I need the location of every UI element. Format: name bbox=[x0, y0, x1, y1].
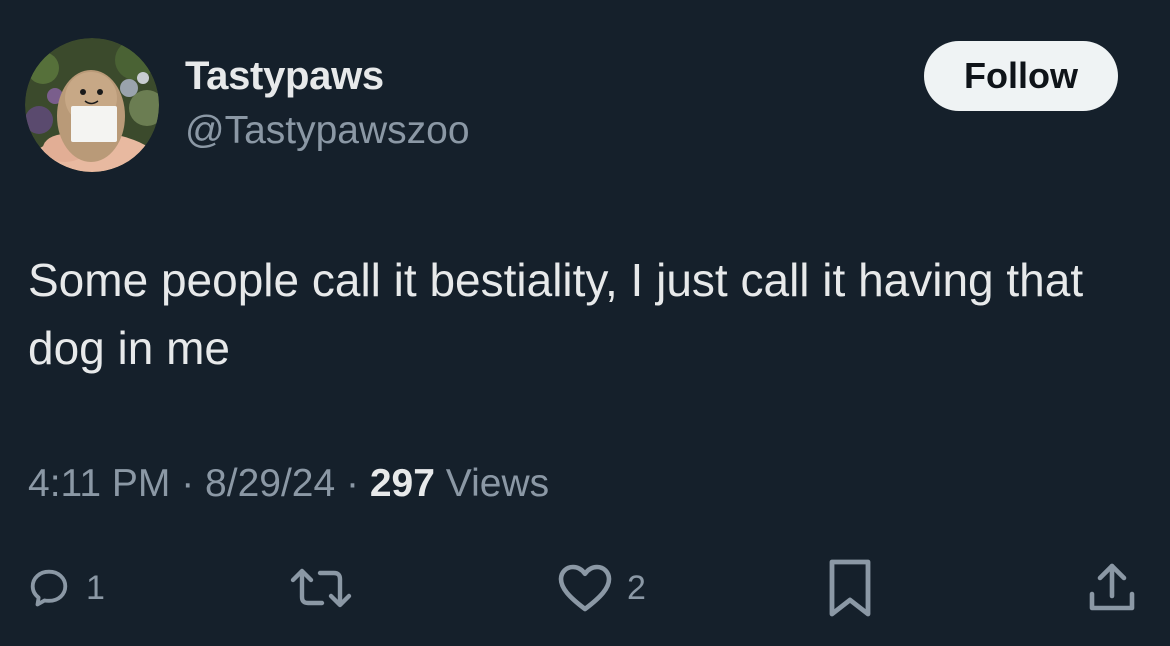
follow-button[interactable]: Follow bbox=[924, 41, 1118, 111]
reply-button[interactable]: 1 bbox=[26, 556, 105, 620]
like-count: 2 bbox=[627, 568, 646, 607]
action-bar: 1 2 bbox=[0, 556, 1170, 620]
crochet-figure-avatar-icon bbox=[25, 38, 159, 172]
tweet-card: Tastypaws @Tastypawszoo Follow Some peop… bbox=[0, 0, 1170, 646]
share-button[interactable] bbox=[1084, 556, 1140, 620]
meta-separator: · bbox=[181, 462, 195, 505]
author-avatar[interactable] bbox=[25, 38, 159, 172]
views-label: Views bbox=[445, 462, 550, 505]
share-icon bbox=[1089, 563, 1135, 611]
bookmark-button[interactable] bbox=[826, 556, 874, 620]
tweet-date[interactable]: 8/29/24 bbox=[205, 462, 335, 505]
repost-icon bbox=[290, 568, 352, 608]
reply-icon bbox=[30, 569, 68, 607]
author-name[interactable]: Tastypaws bbox=[185, 54, 384, 99]
tweet-text: Some people call it bestiality, I just c… bbox=[28, 254, 1084, 374]
meta-separator: · bbox=[346, 462, 360, 505]
heart-icon bbox=[558, 564, 612, 612]
tweet-meta: 4:11 PM · 8/29/24 · 297 Views bbox=[28, 462, 549, 506]
tweet-time[interactable]: 4:11 PM bbox=[28, 462, 170, 505]
author-handle[interactable]: @Tastypawszoo bbox=[185, 109, 470, 153]
repost-button[interactable] bbox=[288, 556, 368, 620]
reply-count: 1 bbox=[86, 568, 105, 607]
bookmark-icon bbox=[829, 559, 871, 617]
views-count: 297 bbox=[369, 462, 435, 505]
like-button[interactable]: 2 bbox=[557, 556, 646, 620]
